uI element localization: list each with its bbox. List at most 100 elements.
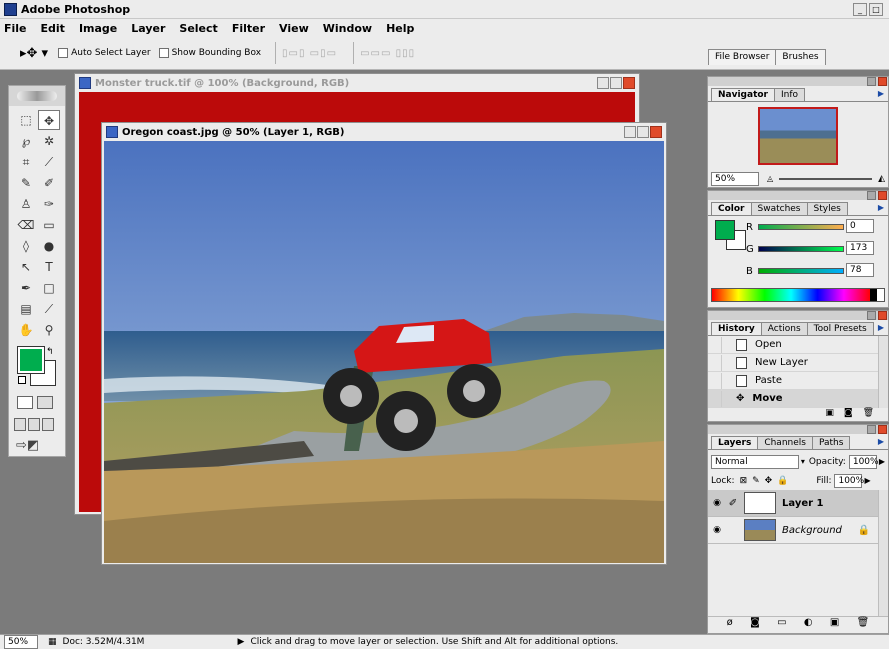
menu-file[interactable]: File (4, 22, 27, 35)
palette-close-button[interactable] (878, 425, 887, 434)
layers-scrollbar[interactable] (878, 490, 888, 616)
eyedropper-tool-icon[interactable]: ⟋ (38, 299, 60, 319)
tab-info[interactable]: Info (774, 88, 806, 101)
tab-swatches[interactable]: Swatches (750, 202, 808, 215)
screen-mode-full-icon[interactable] (42, 418, 54, 431)
lasso-tool-icon[interactable]: ℘ (15, 131, 37, 151)
menu-layer[interactable]: Layer (131, 22, 165, 35)
adjustment-layer-icon[interactable]: ◐ (804, 617, 813, 632)
color-fg-swatch[interactable] (715, 220, 735, 240)
zoom-out-icon[interactable]: ◬ (767, 174, 773, 183)
layer-row-background[interactable]: ◉ Background 🔒 (708, 517, 878, 544)
tab-color[interactable]: Color (711, 202, 752, 215)
menu-help[interactable]: Help (386, 22, 414, 35)
slice-tool-icon[interactable]: ⟋ (38, 152, 60, 172)
doc-minimize-button[interactable] (624, 126, 636, 138)
doc-info-icon[interactable]: ▦ (48, 637, 57, 647)
new-document-icon[interactable]: ▣ (825, 408, 834, 422)
layer-row-layer-1[interactable]: ◉ ✐ Layer 1 (708, 490, 878, 517)
palette-close-button[interactable] (878, 311, 887, 320)
tab-styles[interactable]: Styles (806, 202, 848, 215)
blur-tool-icon[interactable]: ◊ (15, 236, 37, 256)
tab-history[interactable]: History (711, 322, 762, 335)
b-field[interactable]: 78 (846, 263, 874, 277)
notes-tool-icon[interactable]: ▤ (15, 299, 37, 319)
tab-brushes[interactable]: Brushes (775, 49, 826, 65)
doc-close-button[interactable] (623, 77, 635, 89)
type-tool-icon[interactable]: T (38, 257, 60, 277)
layer-style-icon[interactable]: ø (727, 617, 733, 632)
tab-paths[interactable]: Paths (811, 436, 851, 449)
auto-select-option[interactable]: Auto Select Layer (58, 48, 151, 58)
history-item[interactable]: Paste (708, 372, 878, 390)
default-colors-icon[interactable] (18, 376, 26, 384)
tab-navigator[interactable]: Navigator (711, 88, 775, 101)
lock-all-icon[interactable]: 🔒 (777, 476, 788, 486)
gradient-tool-icon[interactable]: ▭ (38, 215, 60, 235)
history-brush-tool-icon[interactable]: ✑ (38, 194, 60, 214)
delete-layer-icon[interactable]: 🗑 (857, 617, 870, 632)
move-tool-preset-icon[interactable]: ▸✥ ▾ (20, 46, 48, 61)
tab-file-browser[interactable]: File Browser (708, 49, 777, 65)
fill-field[interactable]: 100% (834, 473, 864, 488)
distribute-buttons-icon[interactable]: ▭▭▭ ▯▯▯ (360, 48, 415, 59)
magic-wand-tool-icon[interactable]: ✲ (38, 131, 60, 151)
bounding-box-option[interactable]: Show Bounding Box (158, 48, 261, 58)
standard-mode-icon[interactable] (17, 396, 33, 409)
blend-mode-select[interactable]: Normal (711, 454, 799, 469)
menu-select[interactable]: Select (179, 22, 217, 35)
doc-minimize-button[interactable] (597, 77, 609, 89)
menu-filter[interactable]: Filter (232, 22, 265, 35)
brush-link-icon[interactable]: ✐ (726, 498, 740, 509)
palette-menu-icon[interactable]: ▶ (878, 89, 884, 98)
palette-minimize-button[interactable] (867, 311, 876, 320)
foreground-color-swatch[interactable] (17, 346, 45, 374)
r-slider[interactable] (758, 224, 844, 230)
chevron-down-icon[interactable]: ▾ (801, 457, 805, 466)
eraser-tool-icon[interactable]: ⌫ (15, 215, 37, 235)
color-ramp[interactable] (711, 288, 885, 302)
history-item[interactable]: Open (708, 336, 878, 354)
quick-mask-icon[interactable] (37, 396, 53, 409)
screen-mode-full-menu-icon[interactable] (28, 418, 40, 431)
jump-to-imageready-icon[interactable]: ⇨◩ (16, 438, 39, 453)
stamp-tool-icon[interactable]: ♙ (15, 194, 37, 214)
palette-minimize-button[interactable] (867, 425, 876, 434)
auto-select-checkbox[interactable] (58, 48, 69, 58)
palette-menu-icon[interactable]: ▶ (878, 437, 884, 446)
lock-position-icon[interactable]: ✥ (765, 476, 773, 486)
menu-image[interactable]: Image (79, 22, 117, 35)
pen-tool-icon[interactable]: ✒ (15, 278, 37, 298)
g-slider[interactable] (758, 246, 844, 252)
menu-view[interactable]: View (279, 22, 309, 35)
tab-layers[interactable]: Layers (711, 436, 759, 449)
r-field[interactable]: 0 (846, 219, 874, 233)
align-buttons-icon[interactable]: ▯▭▯ ▭▯▭ (282, 48, 337, 59)
marquee-tool-icon[interactable]: ⬚ (15, 110, 37, 130)
bounding-box-checkbox[interactable] (158, 48, 169, 58)
tab-channels[interactable]: Channels (757, 436, 813, 449)
minimize-button[interactable]: _ (853, 3, 867, 16)
palette-close-button[interactable] (878, 191, 887, 200)
move-tool-icon[interactable]: ✥ (38, 110, 60, 130)
oregon-coast-canvas[interactable] (104, 141, 664, 563)
maximize-button[interactable]: □ (869, 3, 883, 16)
path-selection-tool-icon[interactable]: ↖ (15, 257, 37, 277)
menu-edit[interactable]: Edit (41, 22, 65, 35)
g-field[interactable]: 173 (846, 241, 874, 255)
status-arrow-icon[interactable]: ▶ (238, 637, 245, 647)
doc-close-button[interactable] (650, 126, 662, 138)
menu-window[interactable]: Window (323, 22, 372, 35)
swap-colors-icon[interactable]: ↰ (46, 347, 54, 357)
history-item[interactable]: New Layer (708, 354, 878, 372)
zoom-in-icon[interactable]: ◭ (878, 174, 885, 184)
opacity-arrow-icon[interactable]: ▶ (879, 457, 885, 466)
navigator-thumbnail[interactable] (758, 106, 838, 165)
document-window-oregon-coast[interactable]: Oregon coast.jpg @ 50% (Layer 1, RGB) (101, 122, 667, 565)
new-layer-icon[interactable]: ▣ (830, 617, 839, 632)
b-slider[interactable] (758, 268, 844, 274)
hand-tool-icon[interactable]: ✋ (15, 320, 37, 340)
dodge-tool-icon[interactable]: ● (38, 236, 60, 256)
history-item-active[interactable]: ✥ Move (708, 390, 878, 408)
trash-icon[interactable]: 🗑 (863, 408, 874, 422)
